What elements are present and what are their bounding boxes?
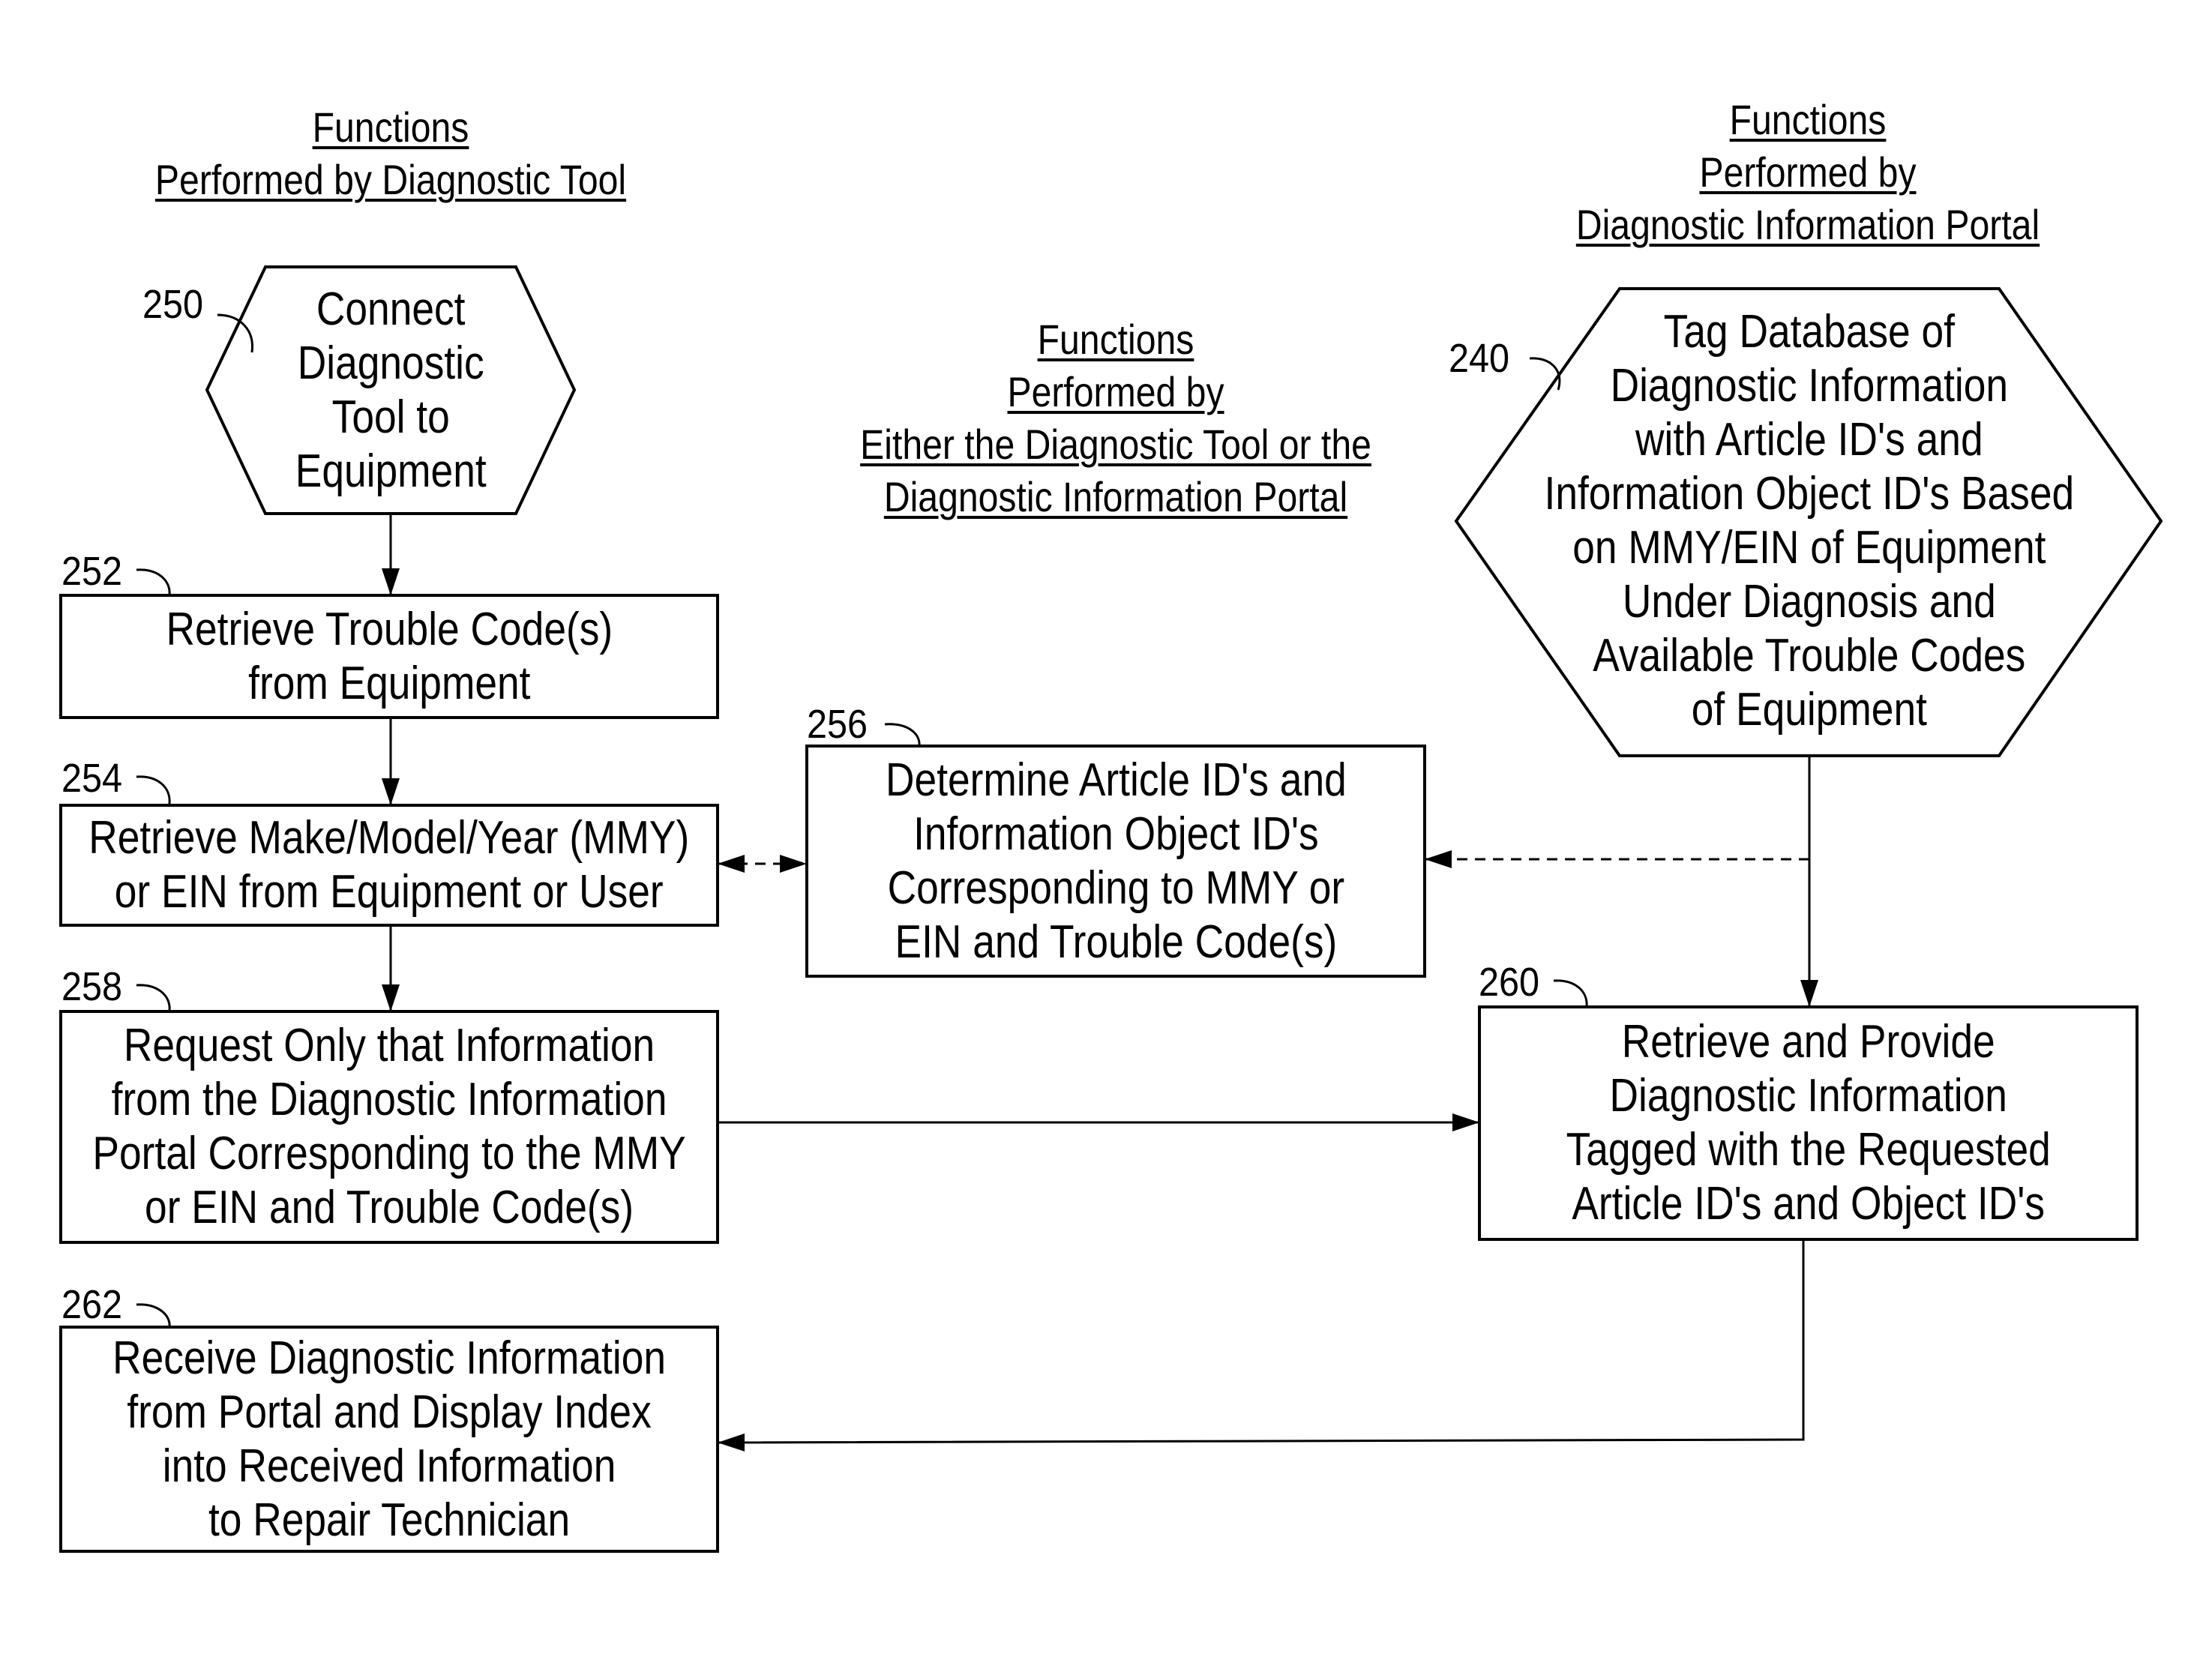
step-262-receive-and-display: Receive Diagnostic Information from Port… xyxy=(59,1326,719,1553)
step-text-line: Under Diagnosis and xyxy=(1623,576,1996,628)
step-text-line: Tagged with the Requested xyxy=(1566,1124,2051,1176)
ref-number-250: 250 xyxy=(142,282,204,327)
step-text-line: Receive Diagnostic Information xyxy=(112,1332,666,1384)
step-250-connect-tool: Connect Diagnostic Tool to Equipment xyxy=(225,274,556,507)
ref-leader-260 xyxy=(1553,979,1588,1008)
step-text-line: Request Only that Information xyxy=(123,1020,655,1071)
step-260-retrieve-and-provide: Retrieve and Provide Diagnostic Informat… xyxy=(1478,1005,2139,1241)
header-line: Performed by Diagnostic Tool xyxy=(154,156,627,203)
step-text-line: Diagnostic xyxy=(297,337,484,389)
header-line: Diagnostic Information Portal xyxy=(883,473,1348,520)
step-text-line: on MMY/EIN of Equipment xyxy=(1572,522,2046,574)
ref-leader-258 xyxy=(136,984,171,1011)
step-text-line: Information Object ID's Based xyxy=(1544,468,2075,520)
step-text-line: Determine Article ID's and xyxy=(885,754,1347,806)
step-text-line: Corresponding to MMY or xyxy=(887,861,1344,914)
step-text-line: to Repair Technician xyxy=(208,1494,571,1546)
step-text-line: from the Diagnostic Information xyxy=(111,1074,667,1125)
header-line: Either the Diagnostic Tool or the xyxy=(860,421,1371,468)
ref-number-256: 256 xyxy=(807,702,868,747)
step-256-determine-ids: Determine Article ID's and Information O… xyxy=(805,745,1426,978)
header-line: Performed by xyxy=(1007,368,1224,415)
step-text-line: Available Trouble Codes xyxy=(1593,630,2026,682)
ref-number-252: 252 xyxy=(61,549,123,594)
step-text-line: Equipment xyxy=(295,445,487,497)
header-line: Diagnostic Information Portal xyxy=(1575,201,2040,248)
step-258-request-information: Request Only that Information from the D… xyxy=(59,1010,719,1244)
ref-leader-262 xyxy=(136,1303,171,1328)
step-text-line: Diagnostic Information xyxy=(1610,360,2009,412)
step-254-retrieve-mmy-ein: Retrieve Make/Model/Year (MMY) or EIN fr… xyxy=(59,804,719,927)
column-header-either: Functions Performed by Either the Diagno… xyxy=(826,313,1406,523)
step-252-retrieve-trouble-codes: Retrieve Trouble Code(s) from Equipment xyxy=(59,594,719,719)
step-text-line: Retrieve and Provide xyxy=(1621,1016,1995,1068)
step-text-line: Article ID's and Object ID's xyxy=(1572,1178,2045,1230)
ref-number-262: 262 xyxy=(61,1282,123,1327)
ref-number-260: 260 xyxy=(1479,960,1540,1005)
header-line: Functions xyxy=(312,103,469,151)
edge-260-262 xyxy=(718,1241,1805,1452)
step-240-tag-database: Tag Database of Diagnostic Information w… xyxy=(1500,296,2119,746)
step-text-line: Tool to xyxy=(331,391,450,443)
step-text-line: Diagnostic Information xyxy=(1609,1070,2007,1122)
ref-leader-252 xyxy=(136,568,171,596)
column-header-portal: Functions Performed by Diagnostic Inform… xyxy=(1518,94,2098,251)
step-text-line: into Received Information xyxy=(162,1440,616,1492)
step-text-line: from Equipment xyxy=(247,657,531,709)
header-line: Functions xyxy=(1729,96,1887,143)
ref-number-254: 254 xyxy=(61,756,123,801)
header-line: Functions xyxy=(1037,316,1194,363)
step-text-line: from Portal and Display Index xyxy=(127,1386,652,1438)
step-text-line: Information Object ID's xyxy=(913,808,1319,860)
step-text-line: EIN and Trouble Code(s) xyxy=(895,915,1337,968)
column-header-diagnostic-tool: Functions Performed by Diagnostic Tool xyxy=(133,101,649,206)
step-text-line: Retrieve Make/Model/Year (MMY) xyxy=(88,812,690,864)
ref-leader-254 xyxy=(136,775,171,805)
ref-number-258: 258 xyxy=(61,964,123,1009)
step-text-line: Portal Corresponding to the MMY xyxy=(92,1128,686,1179)
step-text-line: of Equipment xyxy=(1691,684,1928,736)
step-text-line: Tag Database of xyxy=(1663,306,1956,358)
header-line: Performed by xyxy=(1699,148,1917,196)
ref-leader-256 xyxy=(884,723,921,748)
step-text-line: or EIN from Equipment or User xyxy=(115,866,664,918)
step-text-line: Connect xyxy=(316,283,466,335)
step-text-line: with Article ID's and xyxy=(1635,414,1983,466)
step-text-line: or EIN and Trouble Code(s) xyxy=(145,1182,634,1233)
step-text-line: Retrieve Trouble Code(s) xyxy=(166,603,613,655)
